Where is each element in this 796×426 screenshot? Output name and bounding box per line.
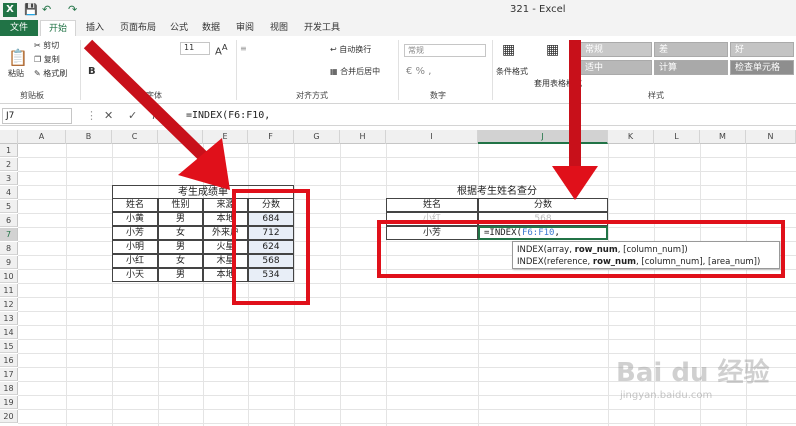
annotation-arrow-left-shaft — [83, 39, 210, 163]
baidu-watermark-url: jingyan.baidu.com — [620, 390, 713, 401]
annotation-arrow-right-head — [552, 166, 598, 200]
baidu-watermark: Bai du 经验 — [616, 358, 770, 388]
